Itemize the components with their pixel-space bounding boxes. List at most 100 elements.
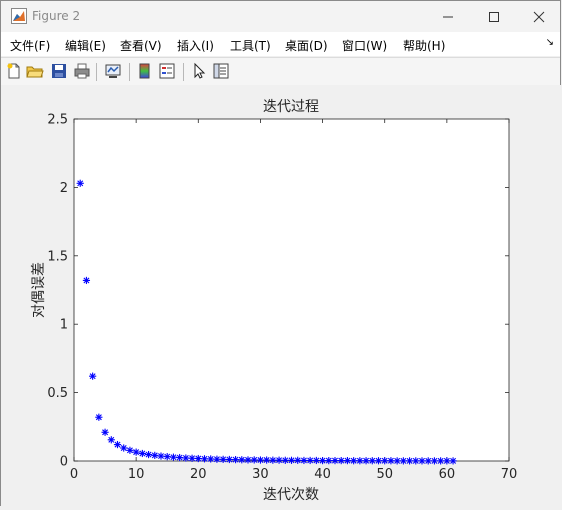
data-point-marker <box>95 413 103 421</box>
data-point-marker <box>144 450 153 459</box>
data-point-marker <box>182 454 190 462</box>
scatter-plot: 迭代过程 迭代次数 对偶误差 0 10 20 30 40 50 60 70 0 0.5 1 1.5 2… <box>31 99 517 503</box>
menu-edit[interactable]: 编辑(E) <box>65 37 106 54</box>
data-point-marker <box>287 456 296 464</box>
figure-window: Figure 2 文件(F) 编辑(E) 查看(V) 插入(I) 工具(T) 桌… <box>0 0 561 506</box>
data-point-marker <box>194 454 202 463</box>
data-point-marker <box>337 456 345 465</box>
data-point-marker <box>393 457 401 465</box>
data-point-marker <box>207 455 215 463</box>
data-point-marker <box>343 456 352 465</box>
x-tick-label: 30 <box>252 467 269 482</box>
x-axis-label: 迭代次数 <box>263 487 319 503</box>
menu-window[interactable]: 窗口(W) <box>342 37 387 54</box>
y-tick-label: 1.5 <box>47 249 68 264</box>
data-point-marker <box>157 452 165 460</box>
data-point-marker <box>219 455 227 463</box>
axes-box[interactable] <box>73 118 510 462</box>
x-tick-label: 40 <box>314 467 331 482</box>
menu-tools[interactable]: 工具(T) <box>230 37 271 54</box>
data-point-marker <box>424 457 432 465</box>
y-tick-label: 0.5 <box>47 386 68 401</box>
save-icon[interactable] <box>50 62 68 80</box>
close-button[interactable] <box>516 1 562 32</box>
data-point-marker <box>294 456 302 464</box>
data-point-marker <box>138 449 146 458</box>
data-point-marker <box>325 456 333 465</box>
matlab-app-icon <box>11 8 27 24</box>
maximize-icon <box>489 11 499 22</box>
data-point-marker <box>188 454 196 462</box>
expand-arrow-icon[interactable]: ↘ <box>546 37 554 48</box>
data-point-marker <box>76 179 84 187</box>
data-point-marker <box>107 436 115 444</box>
print-icon[interactable] <box>73 62 91 80</box>
data-point-marker <box>362 457 370 465</box>
y-tick-label: 2.5 <box>47 113 68 128</box>
data-point-marker <box>250 456 258 464</box>
link-plot-icon[interactable] <box>104 62 122 80</box>
menu-help[interactable]: 帮助(H) <box>403 37 445 54</box>
data-point-marker <box>163 453 171 461</box>
edit-plot-arrow-icon[interactable] <box>190 62 208 80</box>
data-point-marker <box>300 456 308 465</box>
data-point-marker <box>449 457 457 465</box>
y-tick-label: 1 <box>60 318 68 333</box>
window-title: Figure 2 <box>32 9 81 23</box>
data-point-marker <box>443 457 451 465</box>
data-point-marker <box>306 456 314 465</box>
data-point-marker <box>132 448 140 456</box>
title-bar[interactable]: Figure 2 <box>1 1 560 32</box>
data-point-marker <box>430 457 439 465</box>
property-inspector-icon[interactable] <box>212 62 230 80</box>
x-tick-label: 10 <box>128 467 145 482</box>
data-point-marker <box>318 456 327 465</box>
toolbar-separator <box>129 63 130 81</box>
data-point-marker <box>101 428 109 436</box>
data-point-marker <box>231 456 240 464</box>
menu-insert[interactable]: 插入(I) <box>177 37 214 54</box>
data-point-marker <box>437 457 445 465</box>
data-point-marker <box>350 457 358 465</box>
figure-canvas[interactable]: 迭代过程 迭代次数 对偶误差 0 10 20 30 40 50 60 70 0 0.5 1 1.5 2… <box>1 85 561 506</box>
data-point-marker <box>151 451 159 459</box>
data-point-marker <box>368 457 376 465</box>
data-point-marker <box>244 456 252 464</box>
minimize-icon <box>443 16 453 17</box>
y-axis-label: 对偶误差 <box>31 262 47 318</box>
colorbar-icon[interactable] <box>136 62 154 80</box>
toolbar-separator <box>96 63 97 81</box>
y-tick-label: 2 <box>60 181 68 196</box>
figure-toolbar <box>1 57 560 86</box>
data-point-marker <box>331 456 339 465</box>
data-point-marker <box>126 446 134 454</box>
x-tick-label: 50 <box>376 467 393 482</box>
data-point-marker <box>281 456 289 464</box>
menu-desktop[interactable]: 桌面(D) <box>285 37 328 54</box>
x-tick-label: 20 <box>190 467 207 482</box>
data-point-marker <box>256 456 265 464</box>
toolbar-separator <box>183 63 184 81</box>
data-point-marker <box>312 456 320 465</box>
y-tick-label: 0 <box>60 455 68 470</box>
x-tick-label: 0 <box>70 467 78 482</box>
legend-icon[interactable] <box>158 62 176 80</box>
open-file-icon[interactable] <box>26 62 44 80</box>
maximize-button[interactable] <box>471 1 517 32</box>
data-point-marker <box>356 457 364 465</box>
data-point-marker <box>113 440 122 449</box>
data-point-marker <box>238 456 246 464</box>
close-icon <box>533 11 545 22</box>
data-point-marker <box>120 444 128 452</box>
new-figure-icon[interactable] <box>5 62 23 80</box>
menu-file[interactable]: 文件(F) <box>10 37 50 54</box>
data-point-marker <box>263 456 271 464</box>
menu-bar: 文件(F) 编辑(E) 查看(V) 插入(I) 工具(T) 桌面(D) 窗口(W… <box>1 32 560 56</box>
chart-title: 迭代过程 <box>263 99 319 115</box>
data-point-marker <box>82 276 91 285</box>
data-point-marker <box>225 455 233 464</box>
x-tick-label: 60 <box>439 467 456 482</box>
data-point-marker <box>399 457 407 465</box>
menu-view[interactable]: 查看(V) <box>120 37 162 54</box>
minimize-button[interactable] <box>425 1 471 32</box>
